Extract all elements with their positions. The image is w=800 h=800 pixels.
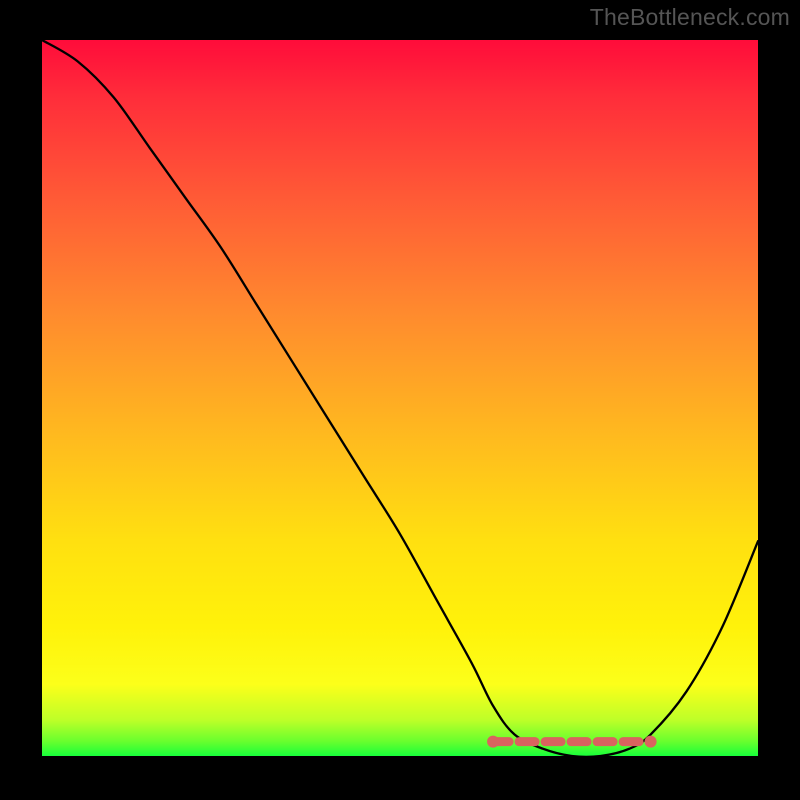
chart-frame: TheBottleneck.com — [0, 0, 800, 800]
bottleneck-curve — [42, 40, 758, 756]
minimum-region-start-dot — [487, 736, 499, 748]
plot-area — [42, 40, 758, 756]
watermark-text: TheBottleneck.com — [590, 4, 790, 31]
curve-svg — [42, 40, 758, 756]
minimum-region-end-dot — [645, 736, 657, 748]
